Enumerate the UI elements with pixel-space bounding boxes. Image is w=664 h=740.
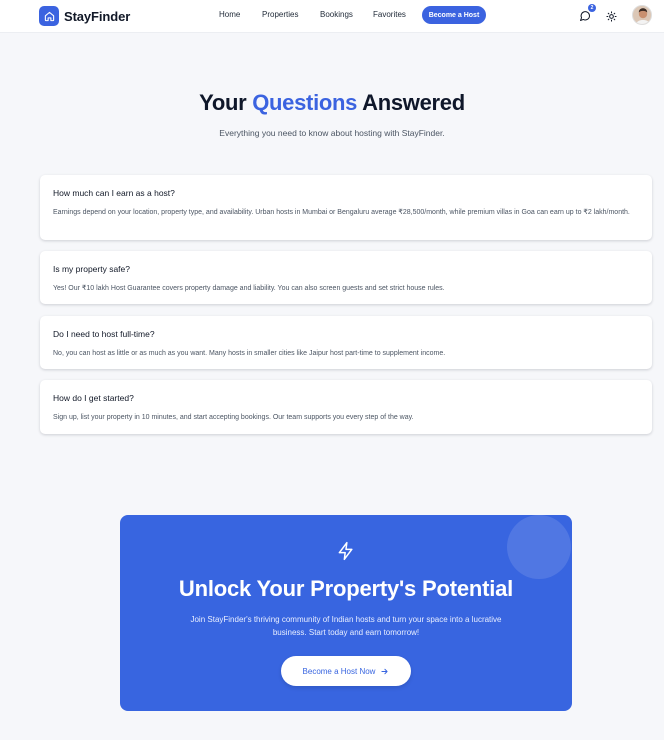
become-host-now-button[interactable]: Become a Host Now (281, 656, 411, 686)
lightning-bolt-icon (336, 541, 356, 561)
faq-question: Is my property safe? (53, 264, 131, 274)
cta-title: Unlock Your Property's Potential (178, 576, 514, 601)
notification-badge: 2 (588, 4, 596, 12)
top-navbar: StayFinder Home Properties Bookings Favo… (0, 0, 664, 33)
nav-links: Home Properties Bookings Favorites (0, 0, 664, 33)
nav-link-favorites[interactable]: Favorites (373, 10, 406, 19)
theme-toggle-icon[interactable] (604, 9, 618, 23)
cta-button-label: Become a Host Now (302, 666, 376, 676)
become-host-button[interactable]: Become a Host (422, 6, 486, 24)
nav-link-home[interactable]: Home (219, 10, 240, 19)
faq-answer: Yes! Our ₹10 lakh Host Guarantee covers … (53, 285, 445, 292)
faq-item[interactable]: Is my property safe? Yes! Our ₹10 lakh H… (40, 251, 652, 304)
faq-title: Your Questions Answered (0, 90, 664, 116)
faq-answer: No, you can host as little or as much as… (53, 350, 446, 357)
faq-subtitle: Everything you need to know about hostin… (219, 128, 445, 138)
faq-item[interactable]: How do I get started? Sign up, list your… (40, 380, 652, 434)
host-cta-banner: Unlock Your Property's Potential Join St… (120, 515, 572, 711)
faq-item[interactable]: How much can I earn as a host? Earnings … (40, 175, 652, 240)
faq-title-prefix: Your (199, 90, 247, 115)
faq-question: How do I get started? (53, 393, 134, 403)
faq-question: Do I need to host full-time? (53, 329, 155, 339)
arrow-right-icon (381, 668, 389, 674)
nav-link-properties[interactable]: Properties (262, 10, 298, 19)
faq-question: How much can I earn as a host? (53, 188, 175, 198)
faq-title-suffix: Answered (362, 90, 465, 115)
faq-answer: Sign up, list your property in 10 minute… (53, 414, 414, 421)
faq-item[interactable]: Do I need to host full-time? No, you can… (40, 316, 652, 369)
nav-link-bookings[interactable]: Bookings (320, 10, 353, 19)
cta-description: Join StayFinder's thriving community of … (190, 615, 502, 637)
faq-title-accent: Questions (252, 90, 358, 115)
decorative-circle (507, 515, 571, 579)
user-avatar[interactable] (632, 5, 652, 25)
faq-answer: Earnings depend on your location, proper… (53, 209, 630, 216)
